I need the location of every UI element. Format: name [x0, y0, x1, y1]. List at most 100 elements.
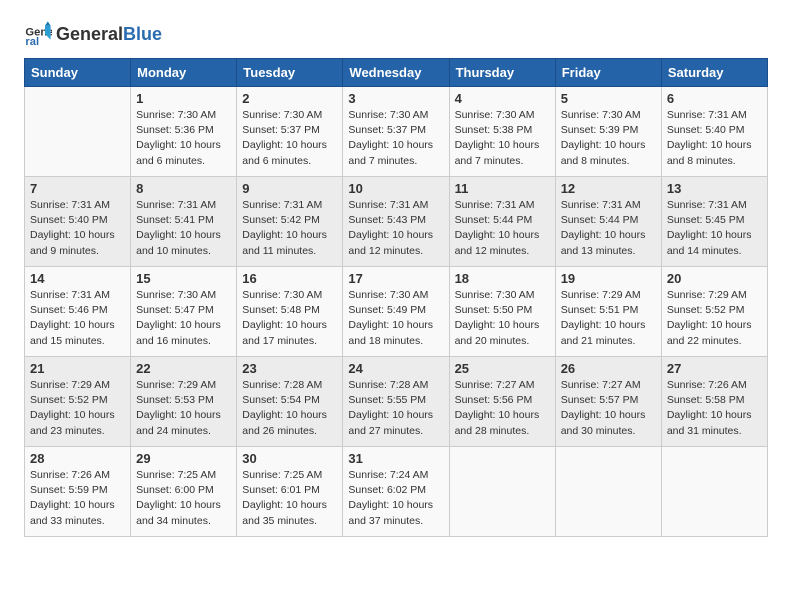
calendar-week-row: 28Sunrise: 7:26 AM Sunset: 5:59 PM Dayli…: [25, 447, 768, 537]
calendar-cell: 29 Sunrise: 7:25 AM Sunset: 6:00 PM Dayli…: [131, 447, 237, 537]
calendar-cell: 18Sunrise: 7:30 AM Sunset: 5:50 PM Dayli…: [449, 267, 555, 357]
day-info: Sunrise: 7:31 AM Sunset: 5:45 PM Dayligh…: [667, 198, 762, 259]
day-info: Sunrise: 7:28 AM Sunset: 5:55 PM Dayligh…: [348, 378, 443, 439]
day-number: 12: [561, 181, 656, 196]
calendar-cell: 28Sunrise: 7:26 AM Sunset: 5:59 PM Dayli…: [25, 447, 131, 537]
calendar-cell: 8Sunrise: 7:31 AM Sunset: 5:41 PM Daylig…: [131, 177, 237, 267]
column-header-friday: Friday: [555, 59, 661, 87]
calendar-cell: 23 Sunrise: 7:28 AM Sunset: 5:54 PM Dayli…: [237, 357, 343, 447]
calendar-cell: 9 Sunrise: 7:31 AM Sunset: 5:42 PM Daylig…: [237, 177, 343, 267]
day-number: 13: [667, 181, 762, 196]
calendar-cell: 21 Sunrise: 7:29 AM Sunset: 5:52 PM Dayli…: [25, 357, 131, 447]
calendar-cell: 14 Sunrise: 7:31 AM Sunset: 5:46 PM Dayli…: [25, 267, 131, 357]
day-number: 27: [667, 361, 762, 376]
logo-blue: Blue: [123, 24, 162, 44]
calendar-cell: 1 Sunrise: 7:30 AM Sunset: 5:36 PM Daylig…: [131, 87, 237, 177]
calendar-cell: [25, 87, 131, 177]
day-number: 30: [242, 451, 337, 466]
day-info: Sunrise: 7:30 AM Sunset: 5:37 PM Dayligh…: [348, 108, 443, 169]
day-number: 4: [455, 91, 550, 106]
day-info: Sunrise: 7:31 AM Sunset: 5:40 PM Dayligh…: [667, 108, 762, 169]
calendar-cell: 19 Sunrise: 7:29 AM Sunset: 5:51 PM Dayli…: [555, 267, 661, 357]
calendar-cell: 24 Sunrise: 7:28 AM Sunset: 5:55 PM Dayli…: [343, 357, 449, 447]
day-info: Sunrise: 7:28 AM Sunset: 5:54 PM Dayligh…: [242, 378, 337, 439]
day-info: Sunrise: 7:30 AM Sunset: 5:38 PM Dayligh…: [455, 108, 550, 169]
day-number: 5: [561, 91, 656, 106]
day-number: 21: [30, 361, 125, 376]
day-number: 9: [242, 181, 337, 196]
day-number: 20: [667, 271, 762, 286]
day-number: 25: [455, 361, 550, 376]
day-number: 15: [136, 271, 231, 286]
day-number: 28: [30, 451, 125, 466]
day-info: Sunrise: 7:31 AM Sunset: 5:42 PM Dayligh…: [242, 198, 337, 259]
day-number: 24: [348, 361, 443, 376]
calendar-cell: 30 Sunrise: 7:25 AM Sunset: 6:01 PM Dayli…: [237, 447, 343, 537]
day-number: 14: [30, 271, 125, 286]
day-info: Sunrise: 7:27 AM Sunset: 5:56 PM Dayligh…: [455, 378, 550, 439]
day-info: Sunrise: 7:27 AM Sunset: 5:57 PM Dayligh…: [561, 378, 656, 439]
calendar-cell: 2 Sunrise: 7:30 AM Sunset: 5:37 PM Daylig…: [237, 87, 343, 177]
day-number: 19: [561, 271, 656, 286]
day-number: 7: [30, 181, 125, 196]
calendar-cell: 5 Sunrise: 7:30 AM Sunset: 5:39 PM Daylig…: [555, 87, 661, 177]
day-info: Sunrise: 7:30 AM Sunset: 5:36 PM Dayligh…: [136, 108, 231, 169]
calendar-cell: 15Sunrise: 7:30 AM Sunset: 5:47 PM Dayli…: [131, 267, 237, 357]
logo: Gene ral GeneralBlue: [24, 20, 162, 48]
calendar-cell: [449, 447, 555, 537]
day-info: Sunrise: 7:25 AM Sunset: 6:00 PM Dayligh…: [136, 468, 231, 529]
calendar-cell: 10Sunrise: 7:31 AM Sunset: 5:43 PM Dayli…: [343, 177, 449, 267]
day-info: Sunrise: 7:31 AM Sunset: 5:43 PM Dayligh…: [348, 198, 443, 259]
day-info: Sunrise: 7:31 AM Sunset: 5:44 PM Dayligh…: [561, 198, 656, 259]
calendar-cell: 7Sunrise: 7:31 AM Sunset: 5:40 PM Daylig…: [25, 177, 131, 267]
day-number: 3: [348, 91, 443, 106]
calendar-cell: [555, 447, 661, 537]
column-header-wednesday: Wednesday: [343, 59, 449, 87]
day-info: Sunrise: 7:30 AM Sunset: 5:48 PM Dayligh…: [242, 288, 337, 349]
column-header-monday: Monday: [131, 59, 237, 87]
calendar-header-row: SundayMondayTuesdayWednesdayThursdayFrid…: [25, 59, 768, 87]
day-info: Sunrise: 7:31 AM Sunset: 5:46 PM Dayligh…: [30, 288, 125, 349]
day-number: 29: [136, 451, 231, 466]
day-info: Sunrise: 7:29 AM Sunset: 5:53 PM Dayligh…: [136, 378, 231, 439]
calendar-week-row: 21 Sunrise: 7:29 AM Sunset: 5:52 PM Dayli…: [25, 357, 768, 447]
day-info: Sunrise: 7:25 AM Sunset: 6:01 PM Dayligh…: [242, 468, 337, 529]
calendar-cell: 27 Sunrise: 7:26 AM Sunset: 5:58 PM Dayli…: [661, 357, 767, 447]
calendar-cell: 6 Sunrise: 7:31 AM Sunset: 5:40 PM Daylig…: [661, 87, 767, 177]
svg-text:ral: ral: [25, 36, 39, 48]
calendar-cell: 20Sunrise: 7:29 AM Sunset: 5:52 PM Dayli…: [661, 267, 767, 357]
calendar-cell: 13 Sunrise: 7:31 AM Sunset: 5:45 PM Dayli…: [661, 177, 767, 267]
day-info: Sunrise: 7:29 AM Sunset: 5:52 PM Dayligh…: [30, 378, 125, 439]
column-header-thursday: Thursday: [449, 59, 555, 87]
day-number: 17: [348, 271, 443, 286]
day-info: Sunrise: 7:26 AM Sunset: 5:58 PM Dayligh…: [667, 378, 762, 439]
column-header-tuesday: Tuesday: [237, 59, 343, 87]
day-number: 23: [242, 361, 337, 376]
day-info: Sunrise: 7:29 AM Sunset: 5:51 PM Dayligh…: [561, 288, 656, 349]
calendar-week-row: 14 Sunrise: 7:31 AM Sunset: 5:46 PM Dayli…: [25, 267, 768, 357]
day-number: 1: [136, 91, 231, 106]
calendar-cell: 16 Sunrise: 7:30 AM Sunset: 5:48 PM Dayli…: [237, 267, 343, 357]
day-number: 2: [242, 91, 337, 106]
day-info: Sunrise: 7:31 AM Sunset: 5:44 PM Dayligh…: [455, 198, 550, 259]
calendar-cell: 17 Sunrise: 7:30 AM Sunset: 5:49 PM Dayli…: [343, 267, 449, 357]
day-number: 11: [455, 181, 550, 196]
calendar-cell: 11 Sunrise: 7:31 AM Sunset: 5:44 PM Dayli…: [449, 177, 555, 267]
logo-icon: Gene ral: [24, 20, 52, 48]
calendar-week-row: 7Sunrise: 7:31 AM Sunset: 5:40 PM Daylig…: [25, 177, 768, 267]
day-info: Sunrise: 7:24 AM Sunset: 6:02 PM Dayligh…: [348, 468, 443, 529]
calendar-cell: 25 Sunrise: 7:27 AM Sunset: 5:56 PM Dayli…: [449, 357, 555, 447]
day-info: Sunrise: 7:30 AM Sunset: 5:37 PM Dayligh…: [242, 108, 337, 169]
day-info: Sunrise: 7:31 AM Sunset: 5:41 PM Dayligh…: [136, 198, 231, 259]
day-number: 16: [242, 271, 337, 286]
day-number: 18: [455, 271, 550, 286]
column-header-sunday: Sunday: [25, 59, 131, 87]
day-number: 6: [667, 91, 762, 106]
calendar-cell: 26 Sunrise: 7:27 AM Sunset: 5:57 PM Dayli…: [555, 357, 661, 447]
day-info: Sunrise: 7:30 AM Sunset: 5:39 PM Dayligh…: [561, 108, 656, 169]
day-number: 26: [561, 361, 656, 376]
calendar-table: SundayMondayTuesdayWednesdayThursdayFrid…: [24, 58, 768, 537]
logo-general: General: [56, 24, 123, 44]
day-info: Sunrise: 7:30 AM Sunset: 5:49 PM Dayligh…: [348, 288, 443, 349]
calendar-cell: 22Sunrise: 7:29 AM Sunset: 5:53 PM Dayli…: [131, 357, 237, 447]
